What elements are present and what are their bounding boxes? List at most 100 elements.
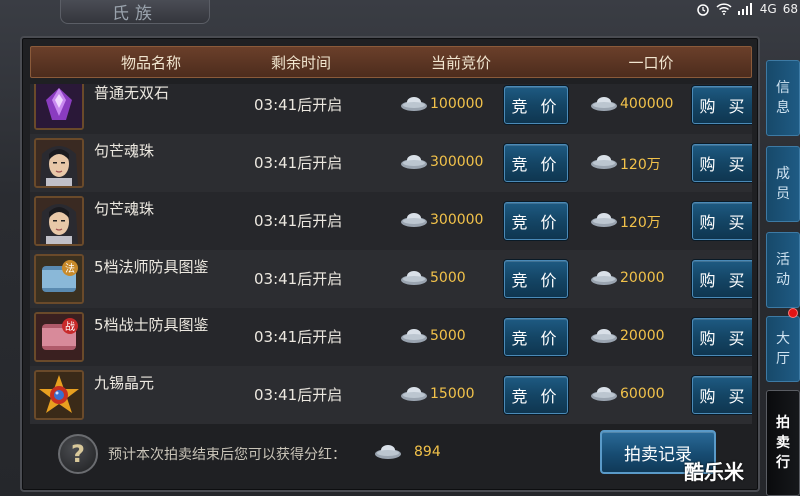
buyout-value: 60000: [620, 386, 665, 402]
side-tab-char: 成: [776, 166, 790, 182]
table-row: 普通无双石 03:41后开启 100000 竞 价 400000 购 买: [30, 84, 752, 134]
remaining-time: 03:41后开启: [254, 154, 343, 172]
buy-button[interactable]: 购 买: [692, 318, 752, 356]
buy-button[interactable]: 购 买: [692, 260, 752, 298]
hero-portrait-icon[interactable]: [34, 138, 84, 188]
bid-button[interactable]: 竞 价: [504, 86, 568, 124]
bid-button[interactable]: 竞 价: [504, 376, 568, 414]
side-tab-char: 厅: [776, 351, 790, 367]
current-bid-value: 15000: [430, 386, 475, 402]
current-bid-value: 300000: [430, 212, 484, 228]
silver-ingot-icon: [375, 445, 401, 459]
notification-dot: [788, 308, 798, 318]
column-header-item-name: 物品名称: [120, 53, 181, 72]
silver-ingot-icon: [400, 94, 428, 112]
status-bar: 4G 68: [670, 0, 800, 18]
table-row: 战 5档战士防具图鉴 03:41后开启 5000 竞 价 20000 购 买: [30, 308, 752, 366]
window-title: 氏族: [60, 0, 210, 24]
side-tab-char: 活: [776, 252, 790, 268]
table-row: 句芒魂珠 03:41后开启 300000 竞 价 120万 购 买: [30, 134, 752, 192]
side-tab-char: 息: [776, 100, 790, 116]
side-tab-column: 信息成员活动大厅拍卖行: [766, 60, 800, 496]
side-tab-hall[interactable]: 大厅: [766, 316, 800, 382]
silver-ingot-icon: [400, 384, 428, 402]
silver-ingot-icon: [590, 152, 618, 170]
current-bid-value: 300000: [430, 154, 484, 170]
silver-ingot-icon: [590, 384, 618, 402]
silver-ingot-icon: [400, 152, 428, 170]
side-tab-char: 拍: [776, 415, 790, 431]
buyout-value: 120万: [620, 215, 661, 231]
dividend-value: 894: [414, 444, 441, 460]
remaining-time: 03:41后开启: [254, 328, 343, 346]
column-header-current-bid: 当前竞价: [430, 53, 491, 72]
side-tab-char: 员: [776, 186, 790, 202]
side-tab-char: 动: [776, 272, 790, 288]
footer-bar: ? 预计本次拍卖结束后您可以获得分红： 894 拍卖记录: [22, 428, 758, 490]
buy-button[interactable]: 购 买: [692, 144, 752, 182]
bid-button[interactable]: 竞 价: [504, 260, 568, 298]
side-tab-activity[interactable]: 活动: [766, 232, 800, 308]
buy-button[interactable]: 购 买: [692, 202, 752, 240]
buyout-value: 20000: [620, 270, 665, 286]
current-bid-value: 5000: [430, 328, 466, 344]
side-tab-char: 信: [776, 80, 790, 96]
star-crystal-icon[interactable]: [34, 370, 84, 420]
svg-text:法: 法: [65, 262, 75, 275]
network-type: 4G: [759, 2, 777, 16]
column-header-buyout: 一口价: [628, 53, 674, 72]
item-name: 5档战士防具图鉴: [94, 316, 209, 334]
remaining-time: 03:41后开启: [254, 212, 343, 230]
silver-ingot-icon: [400, 268, 428, 286]
remaining-time: 03:41后开启: [254, 96, 343, 114]
side-tab-char: 卖: [776, 435, 790, 451]
bid-button[interactable]: 竞 价: [504, 144, 568, 182]
watermark-logo: 酷乐米: [684, 460, 744, 484]
silver-ingot-icon: [400, 210, 428, 228]
item-name: 句芒魂珠: [94, 142, 155, 160]
help-button[interactable]: ?: [58, 434, 98, 474]
silver-ingot-icon: [590, 210, 618, 228]
table-header: 物品名称 剩余时间 当前竞价 一口价: [30, 46, 752, 78]
buyout-value: 120万: [620, 157, 661, 173]
buyout-value: 400000: [620, 96, 674, 112]
remaining-time: 03:41后开启: [254, 386, 343, 404]
signal-icon: [737, 3, 754, 15]
table-row: 法 5档法师防具图鉴 03:41后开启 5000 竞 价 20000 购 买: [30, 250, 752, 308]
silver-ingot-icon: [590, 326, 618, 344]
side-tab-info[interactable]: 信息: [766, 60, 800, 136]
bid-button[interactable]: 竞 价: [504, 318, 568, 356]
remaining-time: 03:41后开启: [254, 270, 343, 288]
side-tab-char: 行: [776, 455, 790, 471]
side-tab-char: 大: [776, 331, 790, 347]
item-name: 九锡晶元: [94, 374, 155, 392]
side-tab-members[interactable]: 成员: [766, 146, 800, 222]
buy-button[interactable]: 购 买: [692, 376, 752, 414]
wifi-icon: [716, 3, 732, 15]
purple-gem-icon[interactable]: [34, 84, 84, 130]
hero-portrait-icon[interactable]: [34, 196, 84, 246]
side-tab-auction-house[interactable]: 拍卖行: [766, 390, 800, 496]
scroll-warrior-icon[interactable]: 战: [34, 312, 84, 362]
column-header-remaining-time: 剩余时间: [270, 53, 331, 72]
svg-text:战: 战: [65, 321, 75, 333]
item-name: 普通无双石: [94, 84, 170, 102]
alarm-icon: [696, 2, 710, 16]
item-name: 5档法师防具图鉴: [94, 258, 209, 276]
silver-ingot-icon: [590, 94, 618, 112]
silver-ingot-icon: [400, 326, 428, 344]
bid-button[interactable]: 竞 价: [504, 202, 568, 240]
silver-ingot-icon: [590, 268, 618, 286]
auction-list[interactable]: 普通无双石 03:41后开启 100000 竞 价 400000 购 买 句芒魂…: [30, 84, 752, 424]
table-row: 九锡晶元 03:41后开启 15000 竞 价 60000 购 买: [30, 366, 752, 424]
scroll-mage-icon[interactable]: 法: [34, 254, 84, 304]
battery-level: 68: [782, 2, 798, 16]
current-bid-value: 100000: [430, 96, 484, 112]
current-bid-value: 5000: [430, 270, 466, 286]
auction-panel: 物品名称 剩余时间 当前竞价 一口价 普通无双石 03:41后开启 100000…: [20, 36, 760, 492]
item-name: 句芒魂珠: [94, 200, 155, 218]
table-row: 句芒魂珠 03:41后开启 300000 竞 价 120万 购 买: [30, 192, 752, 250]
buyout-value: 20000: [620, 328, 665, 344]
buy-button[interactable]: 购 买: [692, 86, 752, 124]
dividend-label: 预计本次拍卖结束后您可以获得分红：: [108, 447, 346, 463]
